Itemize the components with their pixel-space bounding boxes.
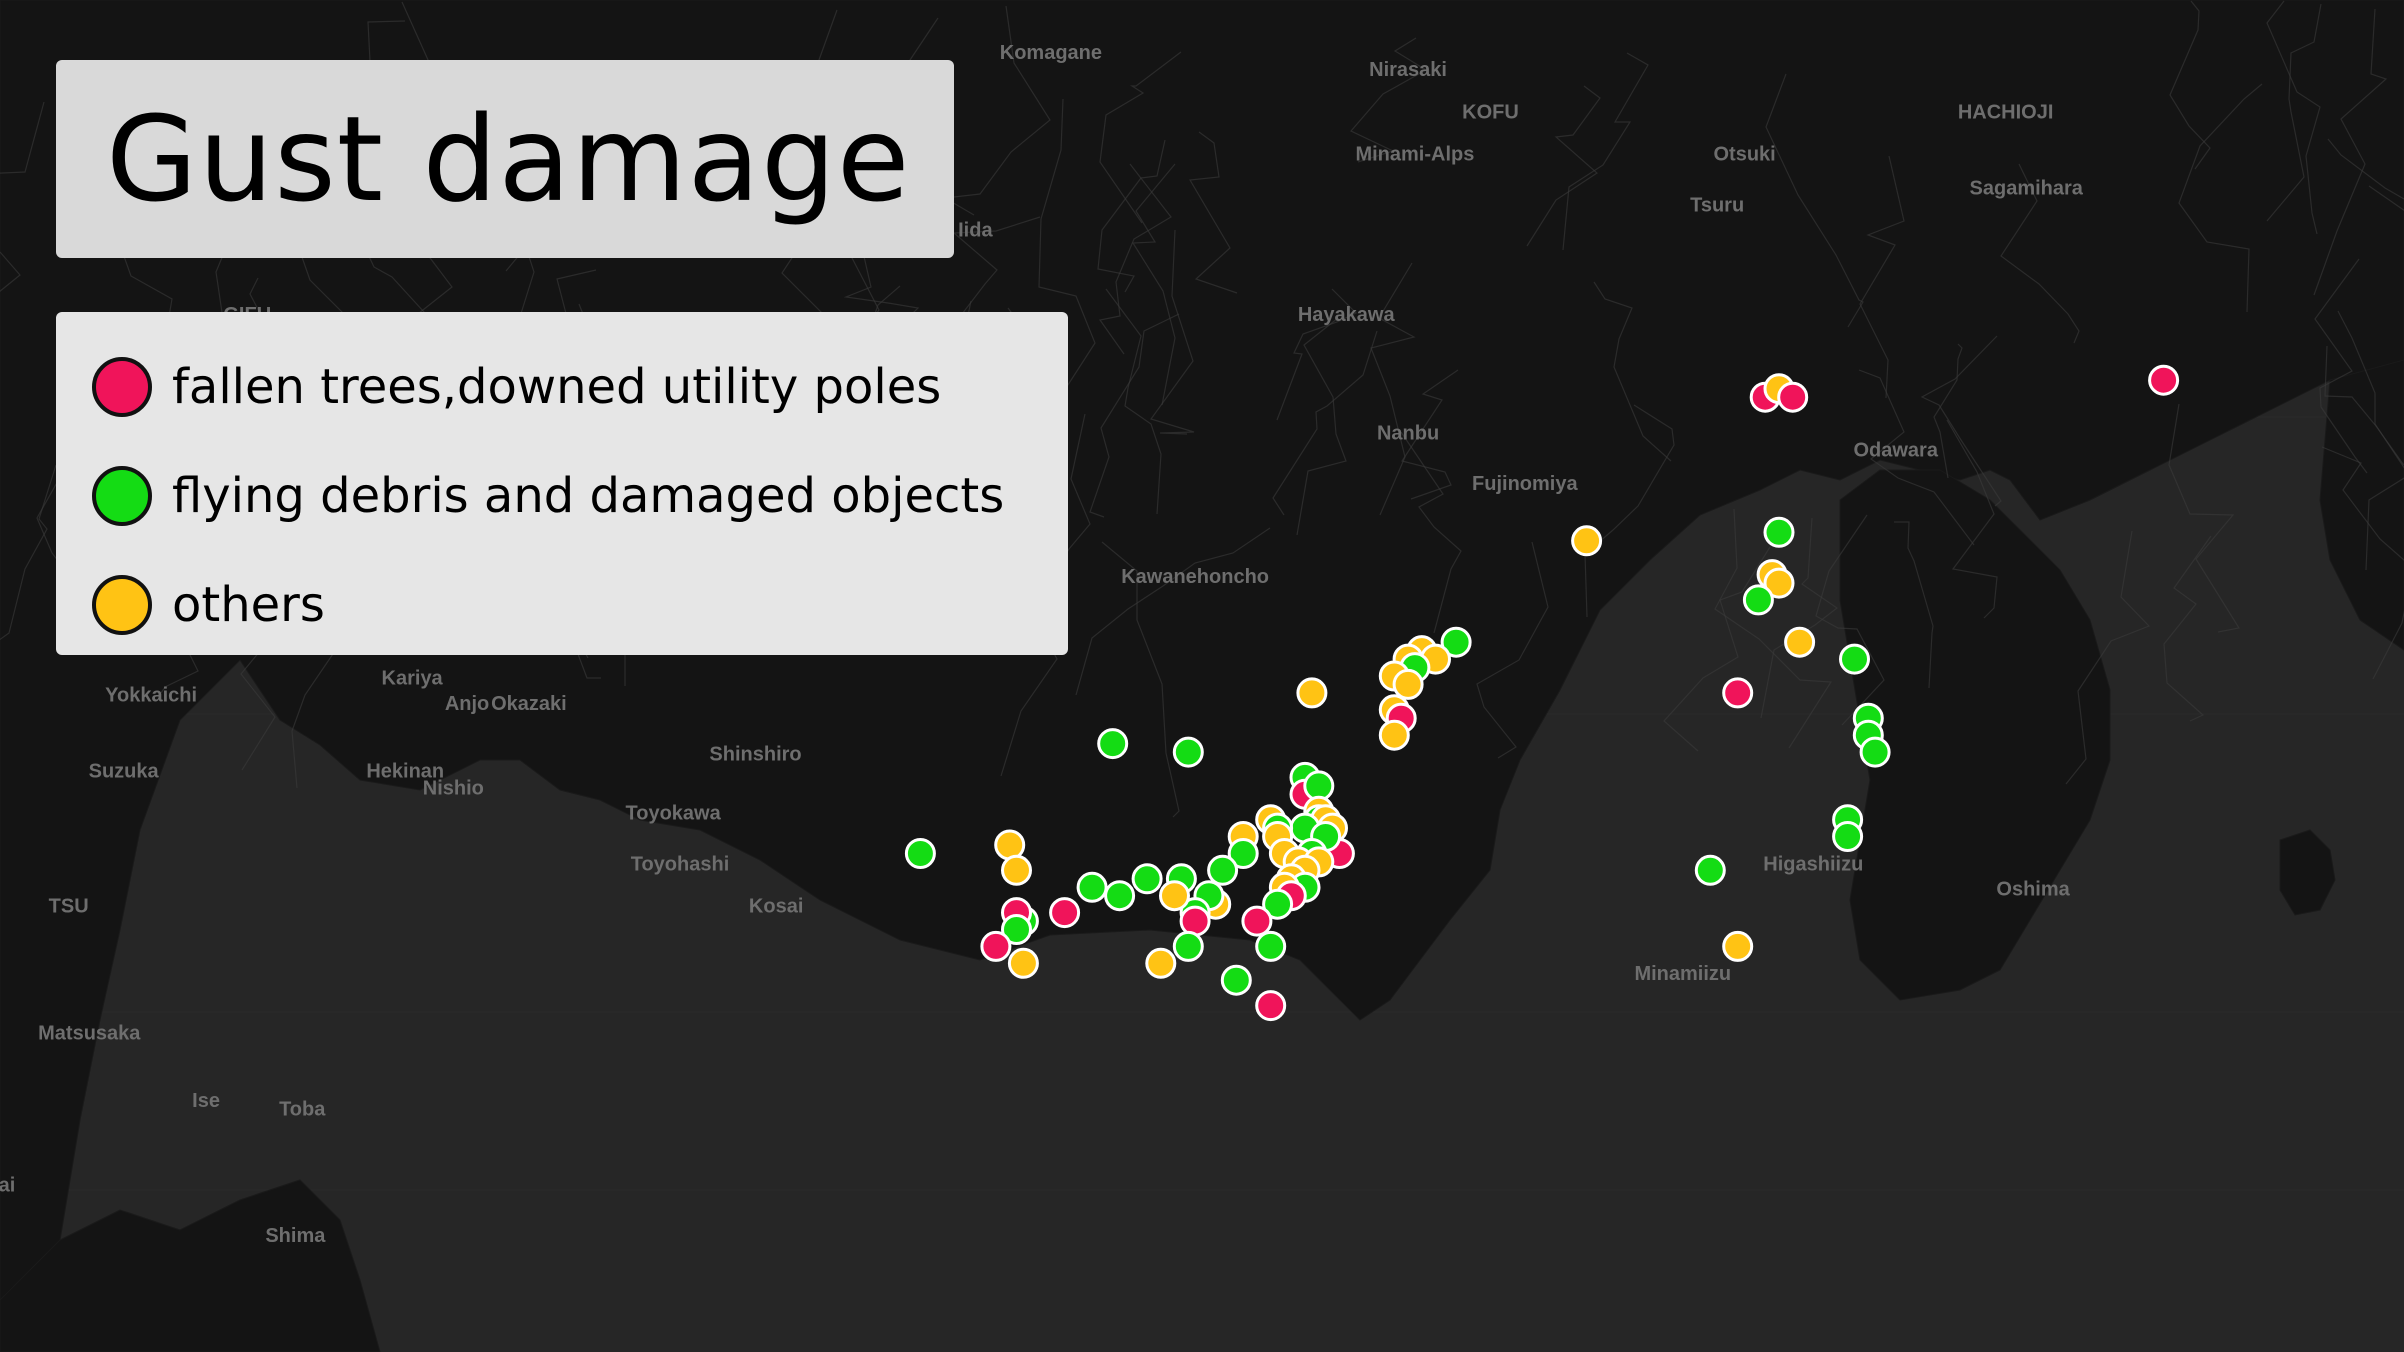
place-label: Hayakawa <box>1298 304 1396 326</box>
place-label: Minami-Alps <box>1355 144 1474 166</box>
place-label: Shima <box>265 1225 326 1247</box>
damage-marker-flying[interactable] <box>1131 863 1163 895</box>
damage-marker-flying[interactable] <box>1076 871 1108 903</box>
place-label: Ise <box>192 1090 220 1112</box>
place-label: Toyohashi <box>631 853 730 875</box>
damage-marker-fallen[interactable] <box>1179 905 1211 937</box>
damage-marker-fallen[interactable] <box>1777 381 1809 413</box>
damage-marker-fallen[interactable] <box>1049 897 1081 929</box>
damage-marker-flying[interactable] <box>1220 964 1252 996</box>
red-circle-icon <box>92 356 152 417</box>
legend-label-flying: flying debris and damaged objects <box>172 467 1005 524</box>
place-label: Kariya <box>382 667 444 689</box>
damage-marker-others[interactable] <box>1001 854 1032 886</box>
damage-marker-flying[interactable] <box>1097 728 1129 760</box>
damage-marker-flying[interactable] <box>1742 584 1774 616</box>
damage-marker-flying[interactable] <box>1832 821 1864 852</box>
damage-marker-flying[interactable] <box>1859 736 1891 768</box>
place-label: Oshima <box>1996 879 2070 901</box>
place-label: HACHIOJI <box>1958 101 2054 123</box>
damage-marker-fallen[interactable] <box>980 930 1012 962</box>
place-label: Toba <box>279 1098 326 1120</box>
damage-marker-flying[interactable] <box>1763 516 1795 548</box>
place-label: KOFU <box>1462 101 1519 123</box>
place-label: Yokkaichi <box>105 684 197 706</box>
damage-marker-fallen[interactable] <box>1722 677 1754 709</box>
damage-marker-others[interactable] <box>1571 525 1603 557</box>
place-label: Otsuki <box>1713 144 1775 166</box>
legend-item-fallen: fallen trees,downed utility poles <box>92 332 1068 441</box>
damage-marker-others[interactable] <box>1378 719 1410 751</box>
damage-marker-flying[interactable] <box>904 838 936 869</box>
damage-marker-others[interactable] <box>1722 930 1754 962</box>
legend-label-others: others <box>172 576 325 633</box>
damage-marker-others[interactable] <box>1159 880 1190 912</box>
legend: fallen trees,downed utility poles flying… <box>56 312 1068 655</box>
damage-marker-others[interactable] <box>994 829 1026 861</box>
damage-marker-flying[interactable] <box>1255 930 1287 962</box>
place-label: Nirasaki <box>1369 59 1447 81</box>
damage-marker-flying[interactable] <box>1172 736 1204 768</box>
place-label: Tsuru <box>1690 194 1744 216</box>
damage-marker-flying[interactable] <box>1207 854 1239 886</box>
place-label: Fujinomiya <box>1472 473 1578 495</box>
damage-marker-others[interactable] <box>1296 677 1328 709</box>
place-label: Okazaki <box>491 693 567 715</box>
damage-marker-others[interactable] <box>1007 947 1039 979</box>
legend-item-flying: flying debris and damaged objects <box>92 441 1068 550</box>
place-label: Kosai <box>749 896 803 918</box>
damage-marker-fallen[interactable] <box>2148 364 2180 396</box>
damage-marker-flying[interactable] <box>1104 880 1136 912</box>
damage-marker-flying[interactable] <box>1172 930 1204 962</box>
map-title: Gust damage <box>106 90 911 228</box>
place-label: Shinshiro <box>709 744 801 766</box>
damage-marker-others[interactable] <box>1392 668 1424 700</box>
damage-marker-fallen[interactable] <box>1241 905 1273 937</box>
legend-item-others: others <box>92 550 1068 659</box>
place-label: Odai <box>0 1174 15 1196</box>
damage-marker-flying[interactable] <box>1839 643 1870 675</box>
place-label: Odawara <box>1853 439 1938 461</box>
place-label: Sagamihara <box>1970 177 2084 199</box>
damage-marker-fallen[interactable] <box>1255 990 1287 1022</box>
title-panel: Gust damage <box>56 60 954 258</box>
place-label: Anjo <box>445 693 489 715</box>
yellow-circle-icon <box>92 574 152 635</box>
place-label: Matsusaka <box>38 1022 141 1044</box>
place-label: Nanbu <box>1377 422 1439 444</box>
damage-marker-others[interactable] <box>1145 947 1177 979</box>
damage-marker-flying[interactable] <box>1694 854 1726 886</box>
place-label: Suzuka <box>89 760 160 782</box>
place-label: Komagane <box>1000 42 1102 64</box>
place-label: Minamiizu <box>1634 963 1731 985</box>
place-label: Kawanehoncho <box>1121 566 1269 588</box>
place-label: Iida <box>958 220 993 242</box>
place-label: TSU <box>49 896 89 918</box>
place-label: Nishio <box>423 777 484 799</box>
place-label: Higashiizu <box>1763 853 1863 875</box>
place-label: Toyokawa <box>626 803 722 825</box>
legend-label-fallen: fallen trees,downed utility poles <box>172 358 942 415</box>
damage-marker-others[interactable] <box>1784 626 1816 658</box>
green-circle-icon <box>92 465 152 526</box>
